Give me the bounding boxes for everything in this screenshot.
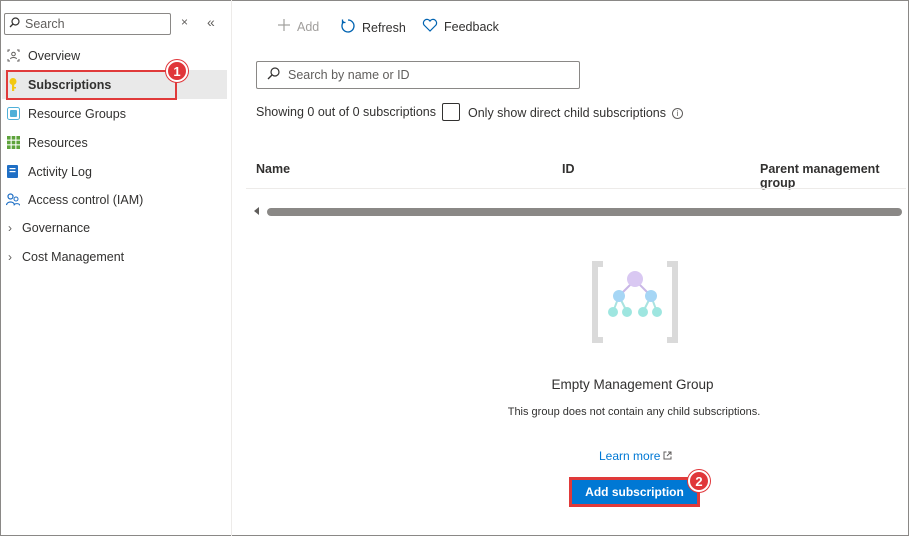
checkbox-label: Only show direct child subscriptions [468, 106, 666, 120]
refresh-icon [340, 18, 356, 37]
sidebar-item-label: Activity Log [28, 164, 92, 179]
sidebar-item-label: Cost Management [22, 249, 125, 264]
chevron-right-icon: › [8, 249, 12, 264]
chevron-right-icon: › [8, 220, 12, 235]
learn-more-label: Learn more [599, 449, 661, 463]
refresh-button[interactable]: Refresh [340, 18, 406, 37]
people-icon [6, 193, 20, 207]
search-placeholder: Search by name or ID [288, 68, 410, 82]
overview-icon [6, 49, 20, 63]
sidebar-item-activity-log[interactable]: Activity Log [2, 157, 227, 186]
plus-icon [277, 18, 291, 35]
sidebar-search-placeholder: Search [25, 17, 65, 31]
add-button[interactable]: Add [277, 18, 319, 35]
feedback-button[interactable]: Feedback [422, 18, 499, 35]
search-icon [9, 17, 20, 31]
sidebar-item-label: Governance [22, 220, 91, 235]
sidebar-item-governance[interactable]: › Governance [2, 213, 227, 242]
empty-state-title: Empty Management Group [551, 377, 714, 392]
empty-state-description: This group does not contain any child su… [507, 406, 761, 418]
sidebar-search-input[interactable]: Search [4, 13, 171, 35]
column-header-parent[interactable]: Parent management group [760, 162, 909, 190]
checkbox-label-row: Only show direct child subscriptions i [468, 106, 683, 120]
sidebar-item-label: Access control (IAM) [28, 192, 144, 207]
sidebar-item-access-control[interactable]: Access control (IAM) [2, 185, 227, 214]
activity-log-icon [6, 165, 20, 179]
learn-more-link[interactable]: Learn more [599, 449, 672, 463]
external-link-icon [663, 449, 672, 463]
horizontal-scrollbar[interactable] [267, 208, 902, 216]
collapse-sidebar-icon[interactable]: « [207, 14, 215, 30]
add-label: Add [297, 19, 320, 34]
management-group-icon [589, 260, 681, 347]
refresh-label: Refresh [362, 20, 406, 35]
sidebar-item-overview[interactable]: Overview [2, 41, 227, 70]
sidebar-item-cost-management[interactable]: › Cost Management [2, 242, 227, 271]
scroll-left-arrow-icon[interactable] [254, 207, 259, 215]
add-subscription-button[interactable]: Add subscription [569, 477, 700, 507]
column-header-name[interactable]: Name [256, 162, 290, 176]
sidebar-item-label: Resource Groups [28, 106, 126, 121]
feedback-label: Feedback [444, 19, 499, 34]
subscription-search-input[interactable]: Search by name or ID [256, 61, 580, 89]
step-badge-2: 2 [688, 470, 710, 492]
sidebar-item-resources[interactable]: Resources [2, 128, 227, 157]
heart-icon [422, 18, 438, 35]
resource-groups-icon [6, 107, 20, 121]
sidebar-item-label: Overview [28, 48, 81, 63]
clear-search-icon[interactable]: × [181, 15, 188, 29]
grid-icon [6, 136, 20, 150]
table-divider [246, 188, 906, 189]
info-icon[interactable]: i [672, 107, 683, 119]
subscriptions-highlight [6, 70, 177, 100]
direct-child-checkbox[interactable] [442, 103, 460, 121]
showing-count: Showing 0 out of 0 subscriptions [256, 105, 436, 119]
sidebar-item-resource-groups[interactable]: Resource Groups [2, 99, 227, 128]
search-icon [267, 67, 280, 83]
sidebar-item-label: Resources [28, 135, 88, 150]
column-header-id[interactable]: ID [562, 162, 575, 176]
step-badge-1: 1 [166, 60, 188, 82]
